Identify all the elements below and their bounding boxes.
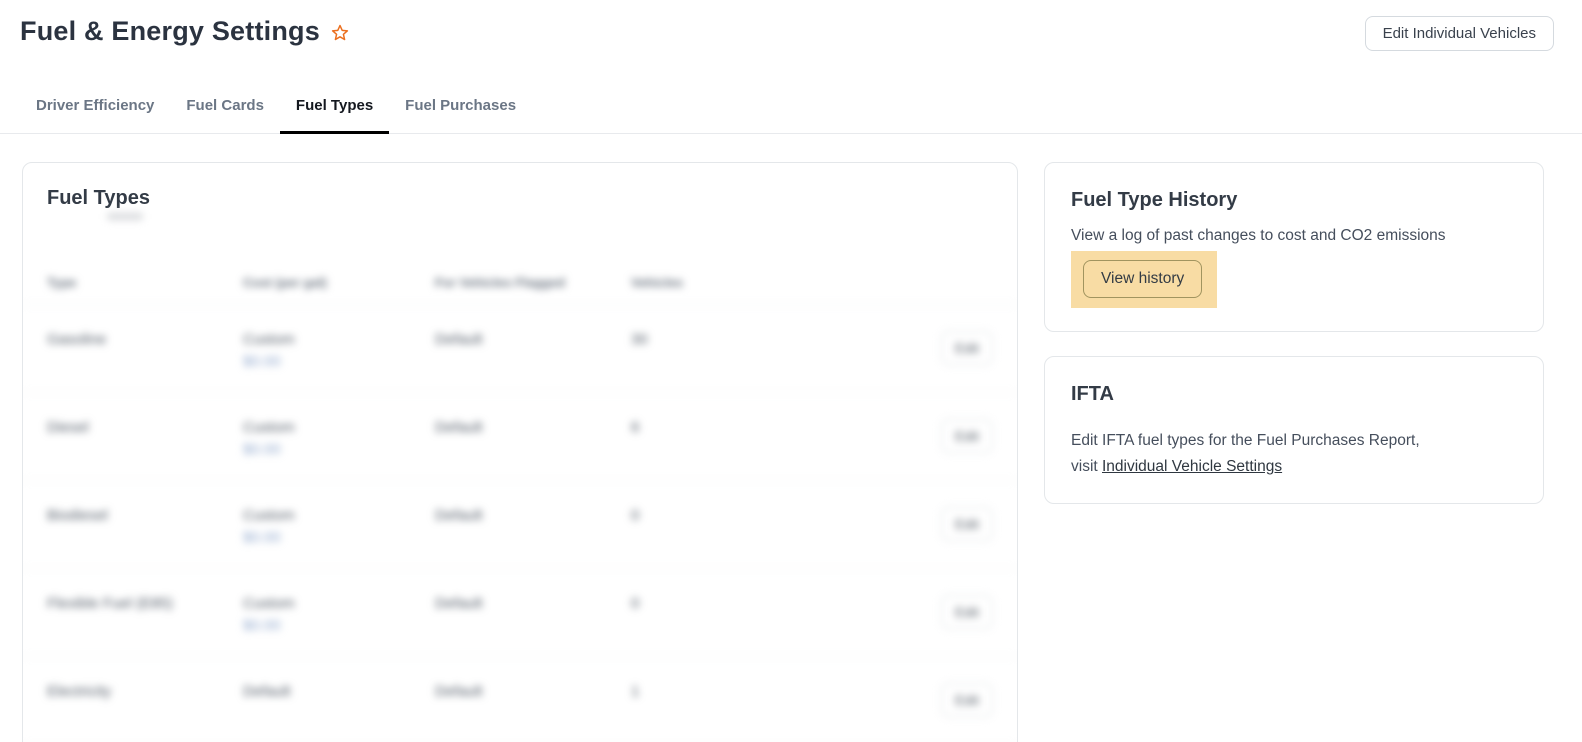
fuel-types-card: Fuel Types Type Cost (per gal) For Vehic… [22,162,1018,742]
individual-vehicle-settings-link[interactable]: Individual Vehicle Settings [1102,458,1282,475]
cell-cost: Custom [243,419,435,436]
ifta-text: Edit IFTA fuel types for the Fuel Purcha… [1071,428,1517,480]
table-row: Biodiesel Custom $0.00 Default 0 Edit [23,481,1017,569]
row-edit-button[interactable]: Edit [941,595,993,629]
right-column: Fuel Type History View a log of past cha… [1044,162,1544,504]
favorite-star-icon[interactable] [330,23,350,43]
column-header-vehicles: Vehicles [631,275,927,290]
table-row: Gasoline Custom $0.00 Default 30 Edit [23,305,1017,393]
page-title: Fuel & Energy Settings [20,16,320,47]
cell-flagged: Default [435,595,631,612]
cell-type: Diesel [47,419,243,436]
edit-individual-vehicles-button[interactable]: Edit Individual Vehicles [1365,16,1554,51]
cell-cost: Custom [243,507,435,524]
tab-fuel-cards[interactable]: Fuel Cards [170,97,280,134]
cell-type: Biodiesel [47,507,243,524]
cell-cost-link[interactable]: $0.00 [243,353,435,370]
cell-flagged: Default [435,331,631,348]
ifta-text-line2-prefix: visit [1071,458,1102,475]
cell-flagged: Default [435,683,631,700]
cell-cost-link[interactable]: $0.00 [243,617,435,634]
column-header-flagged: For Vehicles Flagged [435,275,631,290]
tab-bar: Driver Efficiency Fuel Cards Fuel Types … [0,97,1582,134]
cell-cost: Custom [243,331,435,348]
fuel-type-history-title: Fuel Type History [1071,189,1517,212]
view-history-button[interactable]: View history [1083,260,1202,298]
cell-flagged: Default [435,507,631,524]
fuel-type-history-card: Fuel Type History View a log of past cha… [1044,162,1544,332]
cell-cost: Custom [243,595,435,612]
cell-type: Flexible Fuel (E85) [47,595,243,612]
cell-flagged: Default [435,419,631,436]
column-header-cost: Cost (per gal) [243,275,435,290]
content-area: Fuel Types Type Cost (per gal) For Vehic… [0,134,1582,742]
row-edit-button[interactable]: Edit [941,683,993,717]
table-row: Flexible Fuel (E85) Custom $0.00 Default… [23,569,1017,657]
cell-vehicles: 6 [631,419,927,436]
cell-vehicles: 0 [631,595,927,612]
cell-cost-link[interactable]: $0.00 [243,441,435,458]
cell-type: Gasoline [47,331,243,348]
view-history-highlight: View history [1071,251,1217,308]
ifta-title: IFTA [1071,383,1517,406]
ifta-text-line1: Edit IFTA fuel types for the Fuel Purcha… [1071,432,1420,449]
blurred-fragment [107,213,143,220]
tab-fuel-types[interactable]: Fuel Types [280,97,389,134]
tab-driver-efficiency[interactable]: Driver Efficiency [20,97,170,134]
row-edit-button[interactable]: Edit [941,507,993,541]
fuel-types-table-blurred: Type Cost (per gal) For Vehicles Flagged… [23,213,1017,742]
tab-fuel-purchases[interactable]: Fuel Purchases [389,97,532,134]
fuel-type-history-description: View a log of past changes to cost and C… [1071,228,1517,244]
cell-vehicles: 0 [631,507,927,524]
cell-cost: Default [243,683,435,700]
table-header-row: Type Cost (per gal) For Vehicles Flagged… [23,220,1017,305]
cell-type: Electricity [47,683,243,700]
table-row: Electricity Default Default 1 Edit [23,657,1017,742]
cell-vehicles: 1 [631,683,927,700]
ifta-card: IFTA Edit IFTA fuel types for the Fuel P… [1044,356,1544,504]
cell-vehicles: 30 [631,331,927,348]
table-row: Diesel Custom $0.00 Default 6 Edit [23,393,1017,481]
fuel-types-card-title: Fuel Types [23,187,1017,210]
row-edit-button[interactable]: Edit [941,419,993,453]
column-header-type: Type [47,275,243,290]
row-edit-button[interactable]: Edit [941,331,993,365]
cell-cost-link[interactable]: $0.00 [243,529,435,546]
page-header: Fuel & Energy Settings Edit Individual V… [0,0,1582,51]
